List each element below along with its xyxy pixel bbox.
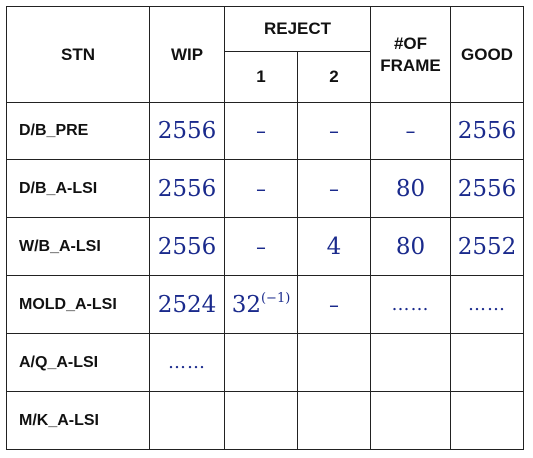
cell-frame: 80 <box>370 159 451 218</box>
cell-reject-1: – <box>224 217 298 276</box>
reject-1-superscript: (−1) <box>260 291 291 306</box>
table-row: M/K_A-LSI <box>6 391 524 450</box>
cell-reject-2 <box>297 333 371 392</box>
cell-good: …… <box>450 275 524 334</box>
cell-frame: …… <box>370 275 451 334</box>
cell-reject-1 <box>224 333 298 392</box>
cell-stn: W/B_A-LSI <box>6 217 150 276</box>
cell-reject-1: 32(−1) <box>224 275 298 334</box>
cell-wip: 2524 <box>149 275 225 334</box>
cell-wip: 2556 <box>149 217 225 276</box>
cell-frame <box>370 333 451 392</box>
header-reject-2: 2 <box>297 51 371 103</box>
table-row: MOLD_A-LSI 2524 32(−1) – …… …… <box>6 275 524 334</box>
cell-good <box>450 333 524 392</box>
cell-stn: A/Q_A-LSI <box>6 333 150 392</box>
cell-frame: 80 <box>370 217 451 276</box>
header-wip: WIP <box>149 6 225 103</box>
cell-wip: …… <box>149 333 225 392</box>
cell-reject-2: – <box>297 275 371 334</box>
header-stn: STN <box>6 6 150 103</box>
cell-reject-2: 4 <box>297 217 371 276</box>
cell-stn: D/B_A-LSI <box>6 159 150 218</box>
header-frame-line1: #OF <box>393 33 428 53</box>
cell-stn: D/B_PRE <box>6 102 150 160</box>
cell-reject-2 <box>297 391 371 450</box>
cell-reject-1: – <box>224 102 298 160</box>
cell-stn: MOLD_A-LSI <box>6 275 150 334</box>
header-reject-1: 1 <box>224 51 298 103</box>
cell-good: 2552 <box>450 217 524 276</box>
cell-good: 2556 <box>450 102 524 160</box>
header-frame: #OF FRAME <box>370 6 451 103</box>
cell-stn: M/K_A-LSI <box>6 391 150 450</box>
cell-reject-2: – <box>297 102 371 160</box>
header-reject: REJECT <box>224 6 371 52</box>
cell-wip: 2556 <box>149 102 225 160</box>
table-row: D/B_PRE 2556 – – – 2556 <box>6 102 524 160</box>
cell-wip: 2556 <box>149 159 225 218</box>
cell-reject-1: – <box>224 159 298 218</box>
cell-wip <box>149 391 225 450</box>
cell-reject-1 <box>224 391 298 450</box>
cell-reject-2: – <box>297 159 371 218</box>
reject-1-value: 32 <box>231 292 261 318</box>
header-good: GOOD <box>450 6 524 103</box>
table-row: W/B_A-LSI 2556 – 4 80 2552 <box>6 217 524 276</box>
cell-good: 2556 <box>450 159 524 218</box>
cell-frame: – <box>370 102 451 160</box>
table-row: D/B_A-LSI 2556 – – 80 2556 <box>6 159 524 218</box>
header-frame-line2: FRAME <box>380 55 441 75</box>
cell-frame <box>370 391 451 450</box>
wip-table: STN WIP REJECT #OF FRAME GOOD 1 2 D/B_PR… <box>6 6 524 450</box>
cell-good <box>450 391 524 450</box>
table-row: A/Q_A-LSI …… <box>6 333 524 392</box>
